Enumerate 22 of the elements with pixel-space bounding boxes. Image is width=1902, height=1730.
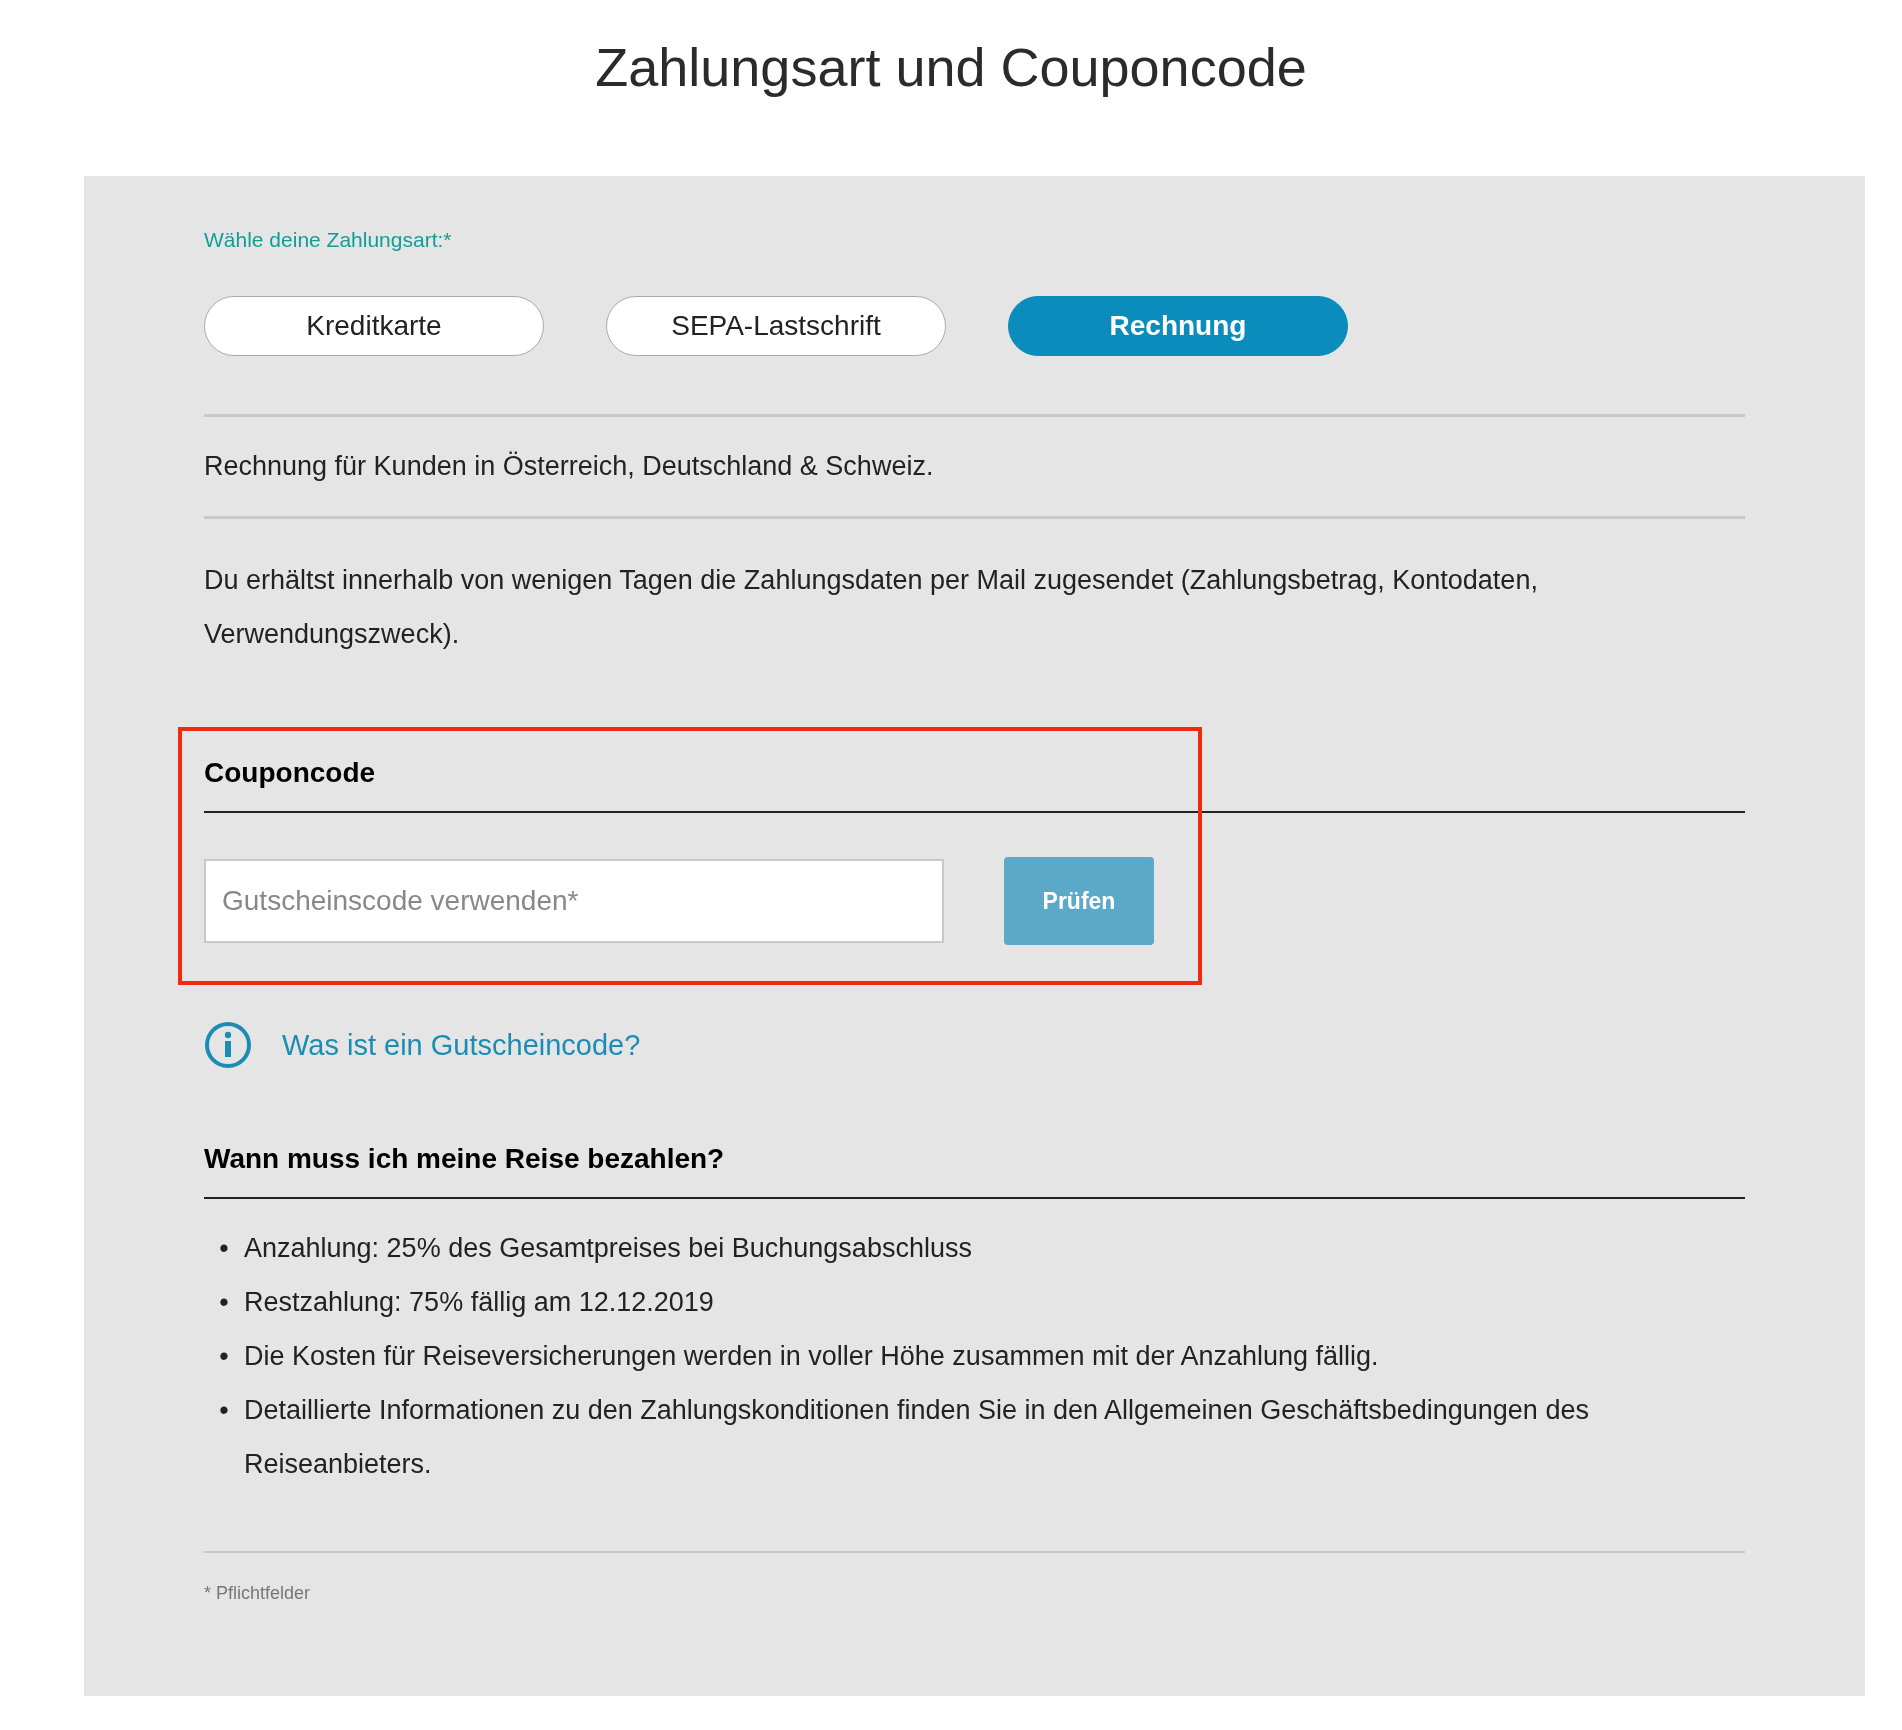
payment-label: Wähle deine Zahlungsart:* xyxy=(204,227,453,253)
footnote: * Pflichtfelder xyxy=(204,1583,312,1604)
check-button[interactable]: Prüfen xyxy=(1004,857,1154,945)
payment-option[interactable]: Kreditkarte xyxy=(204,296,544,356)
payment-option[interactable]: Rechnung xyxy=(1008,296,1348,356)
coupon-input[interactable]: Gutscheinscode verwenden* xyxy=(204,859,944,943)
payment-option[interactable]: SEPA-Lastschrift xyxy=(606,296,946,356)
bullet: • xyxy=(218,1394,230,1427)
payment-description: Du erhältst innerhalb von wenigen Tagen die Zahlungsdaten per Mail zugesendet (Zahlungsbetrag, Kontodaten, Verwendungszweck). xyxy=(204,564,1539,651)
list-item: Die Kosten für Reiseversicherungen werden in voller Höhe zusammen mit der Anzahlung fällig. xyxy=(244,1340,1380,1373)
bullet: • xyxy=(218,1232,230,1265)
payment-note: Rechnung für Kunden in Österreich, Deutschland & Schweiz. xyxy=(204,450,935,483)
section-heading: Wann muss ich meine Reise bezahlen? xyxy=(204,1142,726,1176)
list-item: Restzahlung: 75% fällig am 12.12.2019 xyxy=(244,1286,715,1319)
list-item: Anzahlung: 25% des Gesamtpreises bei Buchungsabschluss xyxy=(244,1232,973,1265)
page-title: Zahlungsart und Couponcode xyxy=(594,36,1308,99)
list-item: Detaillierte Informationen zu den Zahlungskonditionen finden Sie in den Allgemeinen Geschäftsbedingungen des Reiseanbieters. xyxy=(244,1394,1590,1481)
info-icon xyxy=(204,1021,252,1069)
section-heading: Couponcode xyxy=(204,756,377,790)
bullet: • xyxy=(218,1340,230,1373)
help-link[interactable]: Was ist ein Gutscheincode? xyxy=(282,1028,641,1062)
bullet: • xyxy=(218,1286,230,1319)
